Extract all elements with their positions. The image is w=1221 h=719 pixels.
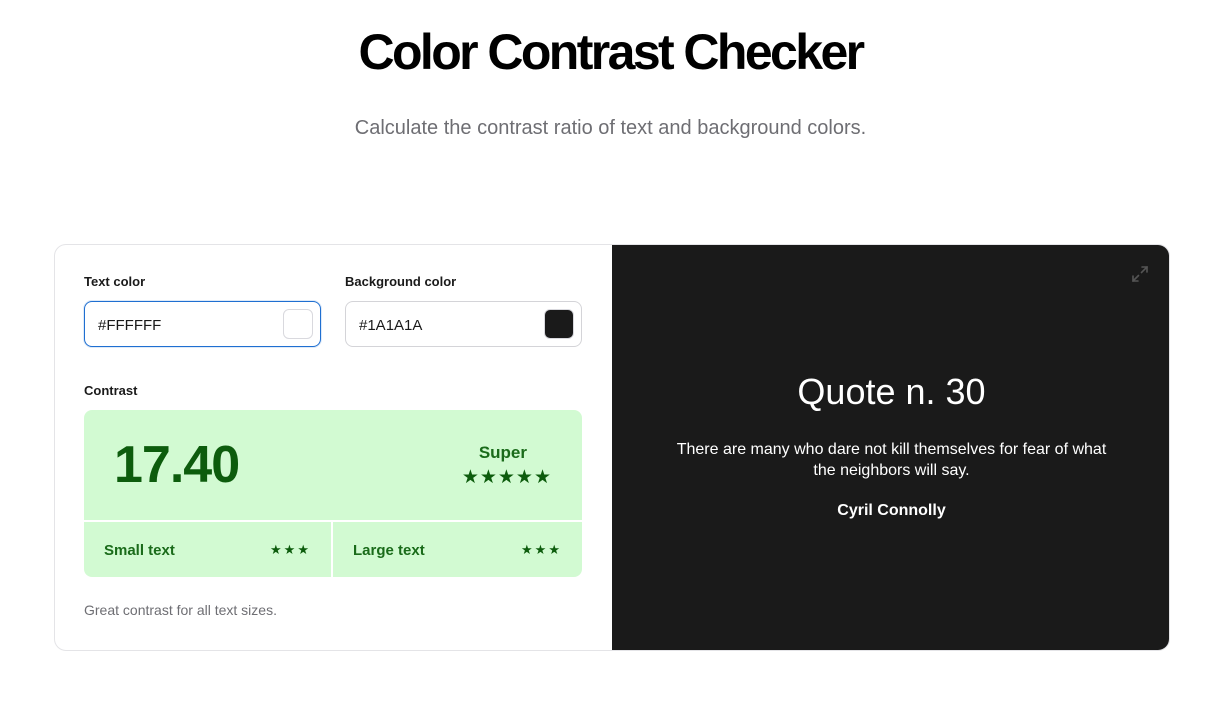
small-text-label: Small text: [104, 542, 175, 559]
background-color-swatch[interactable]: [544, 309, 574, 339]
quote-text: There are many who dare not kill themsel…: [676, 441, 1107, 479]
background-color-label: Background color: [345, 274, 457, 289]
controls-panel: Text color Background color Contrast 17.…: [55, 245, 612, 650]
small-text-stars: ★★★: [270, 542, 311, 557]
page-title: Color Contrast Checker: [358, 24, 865, 80]
large-text-stars: ★★★: [521, 542, 562, 557]
small-text-rating: Small text ★★★: [84, 522, 331, 577]
checker-card: Text color Background color Contrast 17.…: [54, 244, 1170, 651]
quote-title: Quote n. 30: [797, 371, 986, 412]
text-color-field[interactable]: [84, 301, 321, 347]
contrast-summary: 17.40 Super ★★★★★: [84, 410, 582, 520]
text-color-input[interactable]: [98, 314, 278, 336]
preview-panel: Quote n. 30 There are many who dare not …: [612, 245, 1169, 650]
contrast-result: 17.40 Super ★★★★★ Small text ★★★ Large t…: [84, 410, 582, 577]
page: Color Contrast Checker Calculate the con…: [0, 0, 1221, 719]
contrast-ratio: 17.40: [114, 436, 240, 494]
background-color-input[interactable]: [359, 314, 539, 336]
contrast-label: Contrast: [84, 383, 138, 398]
text-color-label: Text color: [84, 274, 146, 289]
text-color-swatch[interactable]: [283, 309, 313, 339]
expand-icon[interactable]: [1131, 265, 1149, 283]
quote-author: Cyril Connolly: [837, 502, 946, 519]
rating-stars: ★★★★★: [461, 467, 552, 488]
page-subtitle: Calculate the contrast ratio of text and…: [354, 117, 867, 139]
contrast-hint: Great contrast for all text sizes.: [84, 602, 277, 618]
background-color-field[interactable]: [345, 301, 582, 347]
large-text-label: Large text: [353, 542, 425, 559]
contrast-rating: Super: [478, 443, 527, 462]
large-text-rating: Large text ★★★: [333, 522, 582, 577]
